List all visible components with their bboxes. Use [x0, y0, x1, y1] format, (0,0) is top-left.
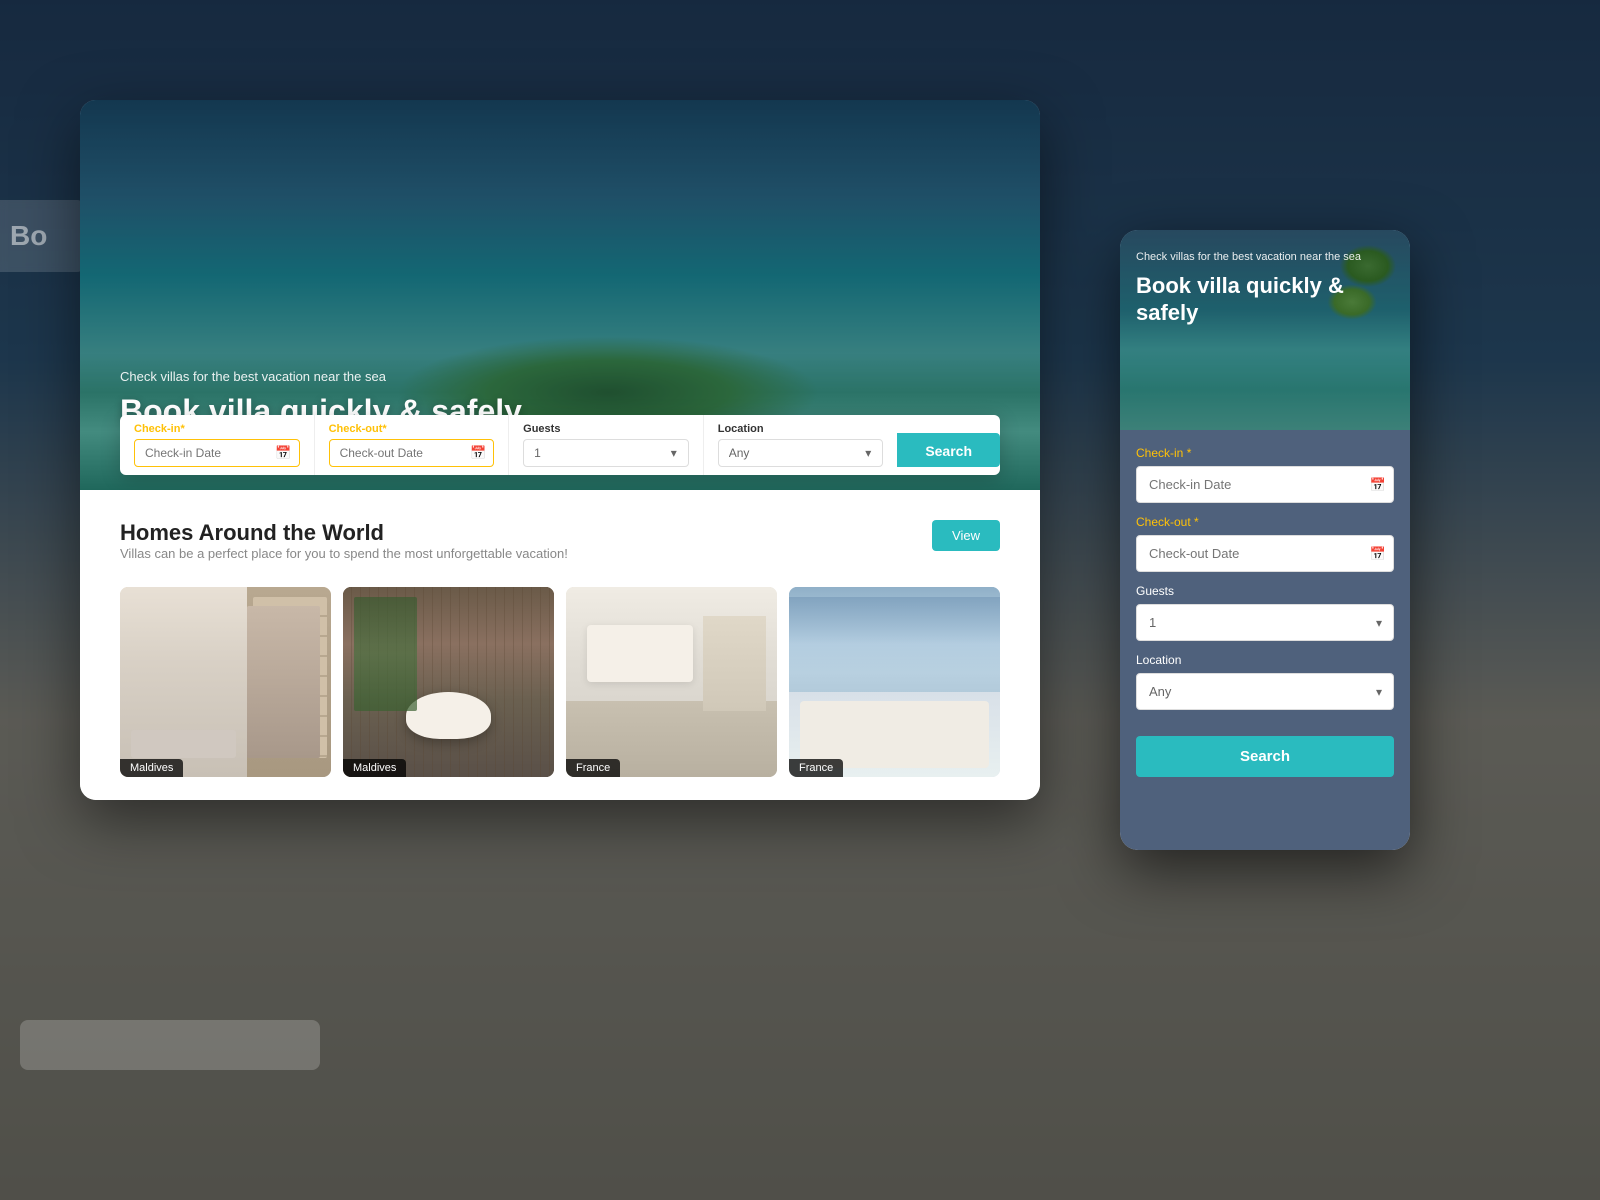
property-tag-4: France	[789, 759, 843, 777]
mobile-checkin-group: Check-in * 📅	[1136, 446, 1394, 503]
mobile-form: Check-in * 📅 Check-out * 📅 Guests 1 2	[1120, 430, 1410, 850]
mobile-checkout-calendar-icon: 📅	[1370, 546, 1386, 562]
mobile-checkout-label: Check-out *	[1136, 515, 1394, 529]
property-card-4[interactable]: France	[789, 587, 1000, 777]
mobile-checkout-group: Check-out * 📅	[1136, 515, 1394, 572]
mobile-guests-label: Guests	[1136, 584, 1394, 598]
guests-label: Guests	[523, 423, 689, 435]
checkin-label: Check-in*	[134, 423, 300, 435]
hero-subtitle: Check villas for the best vacation near …	[120, 369, 522, 384]
mobile-hero-subtitle: Check villas for the best vacation near …	[1136, 250, 1394, 265]
property-card-1[interactable]: Maldives	[120, 587, 331, 777]
property-card-2[interactable]: Maldives	[343, 587, 554, 777]
mobile-checkout-input[interactable]	[1136, 535, 1394, 572]
mobile-checkin-label: Check-in *	[1136, 446, 1394, 460]
checkout-field-group: Check-out* 📅	[315, 415, 510, 475]
property-grid: Maldives Maldives France	[120, 587, 1000, 777]
mobile-card: Check villas for the best vacation near …	[1120, 230, 1410, 850]
property-tag-3: France	[566, 759, 620, 777]
mobile-search-button[interactable]: Search	[1136, 736, 1394, 777]
section-title-group: Homes Around the World Villas can be a p…	[120, 520, 568, 581]
checkout-label: Check-out*	[329, 423, 495, 435]
section-title: Homes Around the World	[120, 520, 568, 546]
bg-search-hint	[20, 1020, 320, 1070]
property-card-3[interactable]: France	[566, 587, 777, 777]
location-label: Location	[718, 423, 884, 435]
properties-section: Homes Around the World Villas can be a p…	[80, 490, 1040, 800]
desktop-card: Check villas for the best vacation near …	[80, 100, 1040, 800]
guests-field-group: Guests 1 2 3 4 5+	[509, 415, 704, 475]
checkout-calendar-icon: 📅	[470, 445, 486, 461]
bg-hint-text: Bo	[0, 200, 85, 272]
mobile-checkout-input-wrapper: 📅	[1136, 535, 1394, 572]
search-fields: Check-in* 📅 Check-out* 📅	[120, 415, 1000, 475]
mobile-checkin-input[interactable]	[1136, 466, 1394, 503]
mobile-hero-section: Check villas for the best vacation near …	[1120, 230, 1410, 430]
checkout-input-wrapper: 📅	[329, 439, 495, 467]
mobile-checkin-input-wrapper: 📅	[1136, 466, 1394, 503]
mobile-location-group: Location Any Maldives France Trance Bali	[1136, 653, 1394, 710]
mobile-hero-title: Book villa quickly & safely	[1136, 273, 1394, 326]
checkin-calendar-icon: 📅	[275, 445, 291, 461]
mobile-location-label: Location	[1136, 653, 1394, 667]
location-select[interactable]: Any Maldives France Trance Bali	[718, 439, 884, 467]
mobile-hero-content: Check villas for the best vacation near …	[1120, 230, 1410, 336]
bathtub-shape	[406, 692, 490, 740]
location-select-wrapper: Any Maldives France Trance Bali	[718, 439, 884, 467]
search-button[interactable]: Search	[897, 433, 1000, 467]
mobile-location-select-wrapper: Any Maldives France Trance Bali	[1136, 673, 1394, 710]
mobile-guests-group: Guests 1 2 3 4 5+	[1136, 584, 1394, 641]
search-bar: Check-in* 📅 Check-out* 📅	[80, 415, 1040, 490]
section-header: Homes Around the World Villas can be a p…	[120, 520, 1000, 581]
mobile-checkin-calendar-icon: 📅	[1370, 477, 1386, 493]
property-tag-1: Maldives	[120, 759, 183, 777]
guests-select-wrapper: 1 2 3 4 5+	[523, 439, 689, 467]
location-field-group: Location Any Maldives France Trance Bali	[704, 415, 898, 475]
checkin-field-group: Check-in* 📅	[120, 415, 315, 475]
mobile-guests-select[interactable]: 1 2 3 4 5+	[1136, 604, 1394, 641]
view-all-button[interactable]: View	[932, 520, 1000, 551]
mobile-guests-select-wrapper: 1 2 3 4 5+	[1136, 604, 1394, 641]
checkin-input-wrapper: 📅	[134, 439, 300, 467]
guests-select[interactable]: 1 2 3 4 5+	[523, 439, 689, 467]
mobile-location-select[interactable]: Any Maldives France Trance Bali	[1136, 673, 1394, 710]
property-tag-2: Maldives	[343, 759, 406, 777]
hero-section: Check villas for the best vacation near …	[80, 100, 1040, 490]
section-description: Villas can be a perfect place for you to…	[120, 546, 568, 561]
search-button-wrap: Search	[897, 415, 1000, 475]
